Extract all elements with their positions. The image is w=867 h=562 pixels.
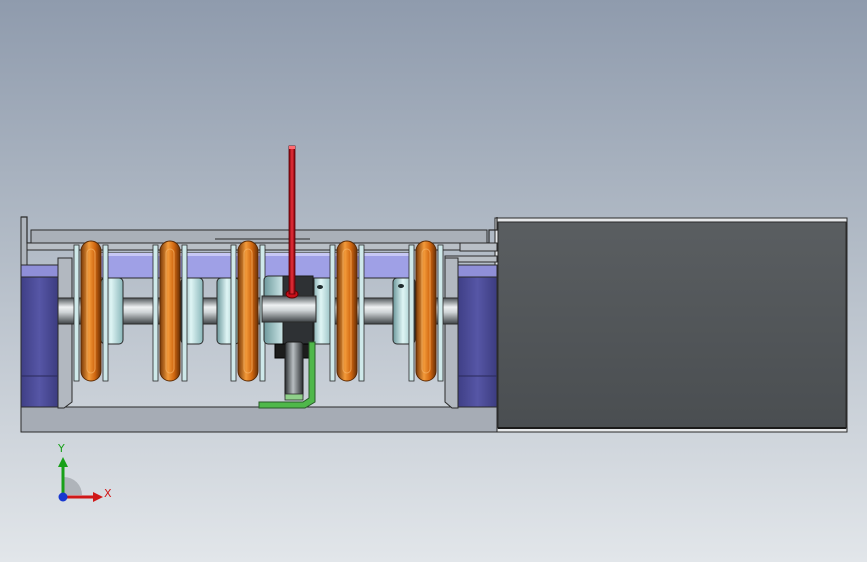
red-actuator-rod[interactable] — [288, 145, 296, 295]
motor-housing[interactable] — [494, 217, 848, 433]
cad-viewport[interactable]: Y X — [0, 0, 867, 562]
orange-ring[interactable] — [415, 240, 437, 382]
ring-flange — [230, 244, 237, 382]
ring-flange — [437, 244, 444, 382]
orange-ring[interactable] — [336, 240, 358, 382]
y-axis-label: Y — [58, 442, 65, 455]
x-axis-label: X — [104, 487, 112, 500]
right-bearing-block[interactable] — [457, 264, 498, 408]
vertical-post[interactable] — [274, 341, 310, 401]
left-bearing-block[interactable] — [20, 264, 59, 408]
orange-ring[interactable] — [80, 240, 102, 382]
z-axis-dot — [58, 492, 68, 502]
ring-flange — [152, 244, 159, 382]
ring-flange — [73, 244, 80, 382]
ring-flange — [408, 244, 415, 382]
ring-flange — [358, 244, 365, 382]
assembly-drawing — [20, 145, 848, 433]
bolt-hole — [317, 285, 323, 289]
ring-flange — [329, 244, 336, 382]
orange-ring[interactable] — [159, 240, 181, 382]
bolt-hole — [398, 284, 404, 288]
ring-flange — [181, 244, 188, 382]
ring-flange — [102, 244, 109, 382]
orange-ring[interactable] — [237, 240, 259, 382]
